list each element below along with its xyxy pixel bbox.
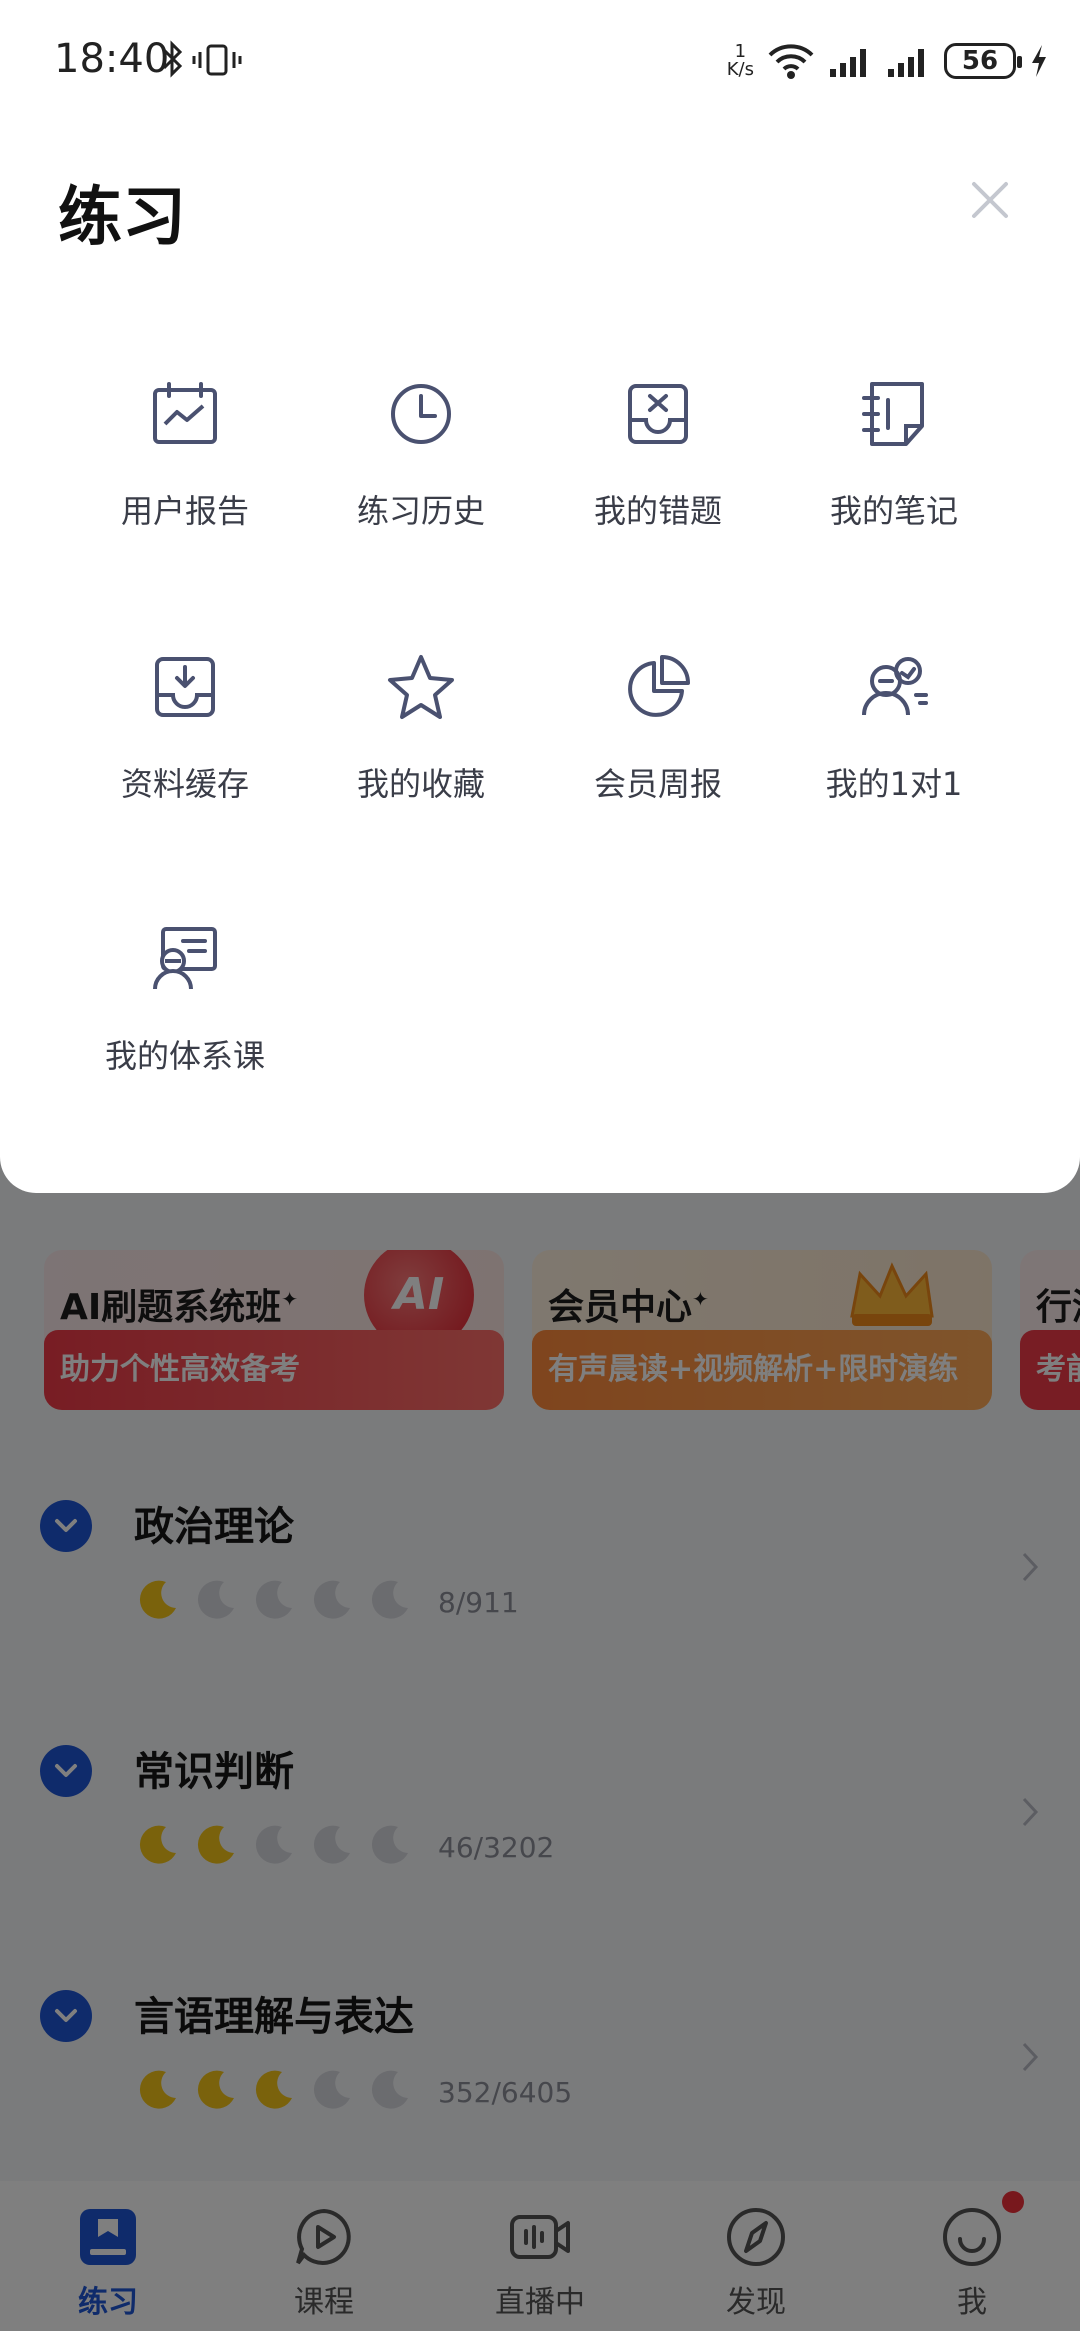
notebook-icon — [862, 382, 924, 446]
download-tray-icon — [155, 657, 215, 717]
menu-item-label: 会员周报 — [593, 765, 722, 803]
menu-item-label: 我的错题 — [593, 492, 722, 530]
charging-icon — [1032, 45, 1046, 77]
course-teacher-icon — [153, 927, 217, 990]
menu-item-label: 我的体系课 — [104, 1037, 265, 1075]
battery-level: 56 — [944, 43, 1022, 79]
one-on-one-icon — [862, 657, 928, 716]
clock-icon — [391, 384, 451, 444]
wrong-tray-icon — [628, 384, 688, 444]
menu-item-label: 我的1对1 — [825, 765, 963, 803]
practice-menu-sheet: 18:40 1 K/s 56 练习 用户报告 练习历史 我的错题 我的笔记 资料… — [0, 0, 1080, 1193]
menu-item-member-weekly[interactable]: 会员周报 — [540, 651, 776, 851]
menu-item-label: 我的笔记 — [829, 492, 958, 530]
signal-icon — [830, 49, 866, 77]
menu-item-user-report[interactable]: 用户报告 — [67, 378, 303, 578]
sheet-title: 练习 — [58, 181, 186, 255]
menu-item-my-notes[interactable]: 我的笔记 — [776, 378, 1012, 578]
menu-item-wrong-questions[interactable]: 我的错题 — [540, 378, 776, 578]
menu-item-label: 练习历史 — [356, 492, 485, 530]
signal-icon — [888, 49, 924, 77]
menu-item-label: 用户报告 — [120, 492, 249, 530]
close-icon[interactable] — [968, 178, 1012, 222]
menu-item-one-on-one[interactable]: 我的1对1 — [776, 651, 1012, 851]
net-speed: 1 K/s — [726, 41, 754, 80]
status-time: 18:40 — [54, 36, 170, 82]
menu-item-system-course[interactable]: 我的体系课 — [67, 923, 303, 1123]
report-chart-icon — [153, 382, 217, 444]
status-bar: 18:40 1 K/s 56 — [0, 0, 1080, 120]
menu-item-practice-history[interactable]: 练习历史 — [303, 378, 539, 578]
menu-item-label: 我的收藏 — [356, 765, 485, 803]
wifi-icon — [768, 44, 814, 79]
menu-item-label: 资料缓存 — [120, 765, 249, 803]
star-icon — [388, 655, 454, 719]
pie-chart-icon — [628, 655, 690, 717]
bluetooth-vibrate-icons — [162, 40, 242, 78]
menu-item-favorites[interactable]: 我的收藏 — [303, 651, 539, 851]
menu-item-download-cache[interactable]: 资料缓存 — [67, 651, 303, 851]
